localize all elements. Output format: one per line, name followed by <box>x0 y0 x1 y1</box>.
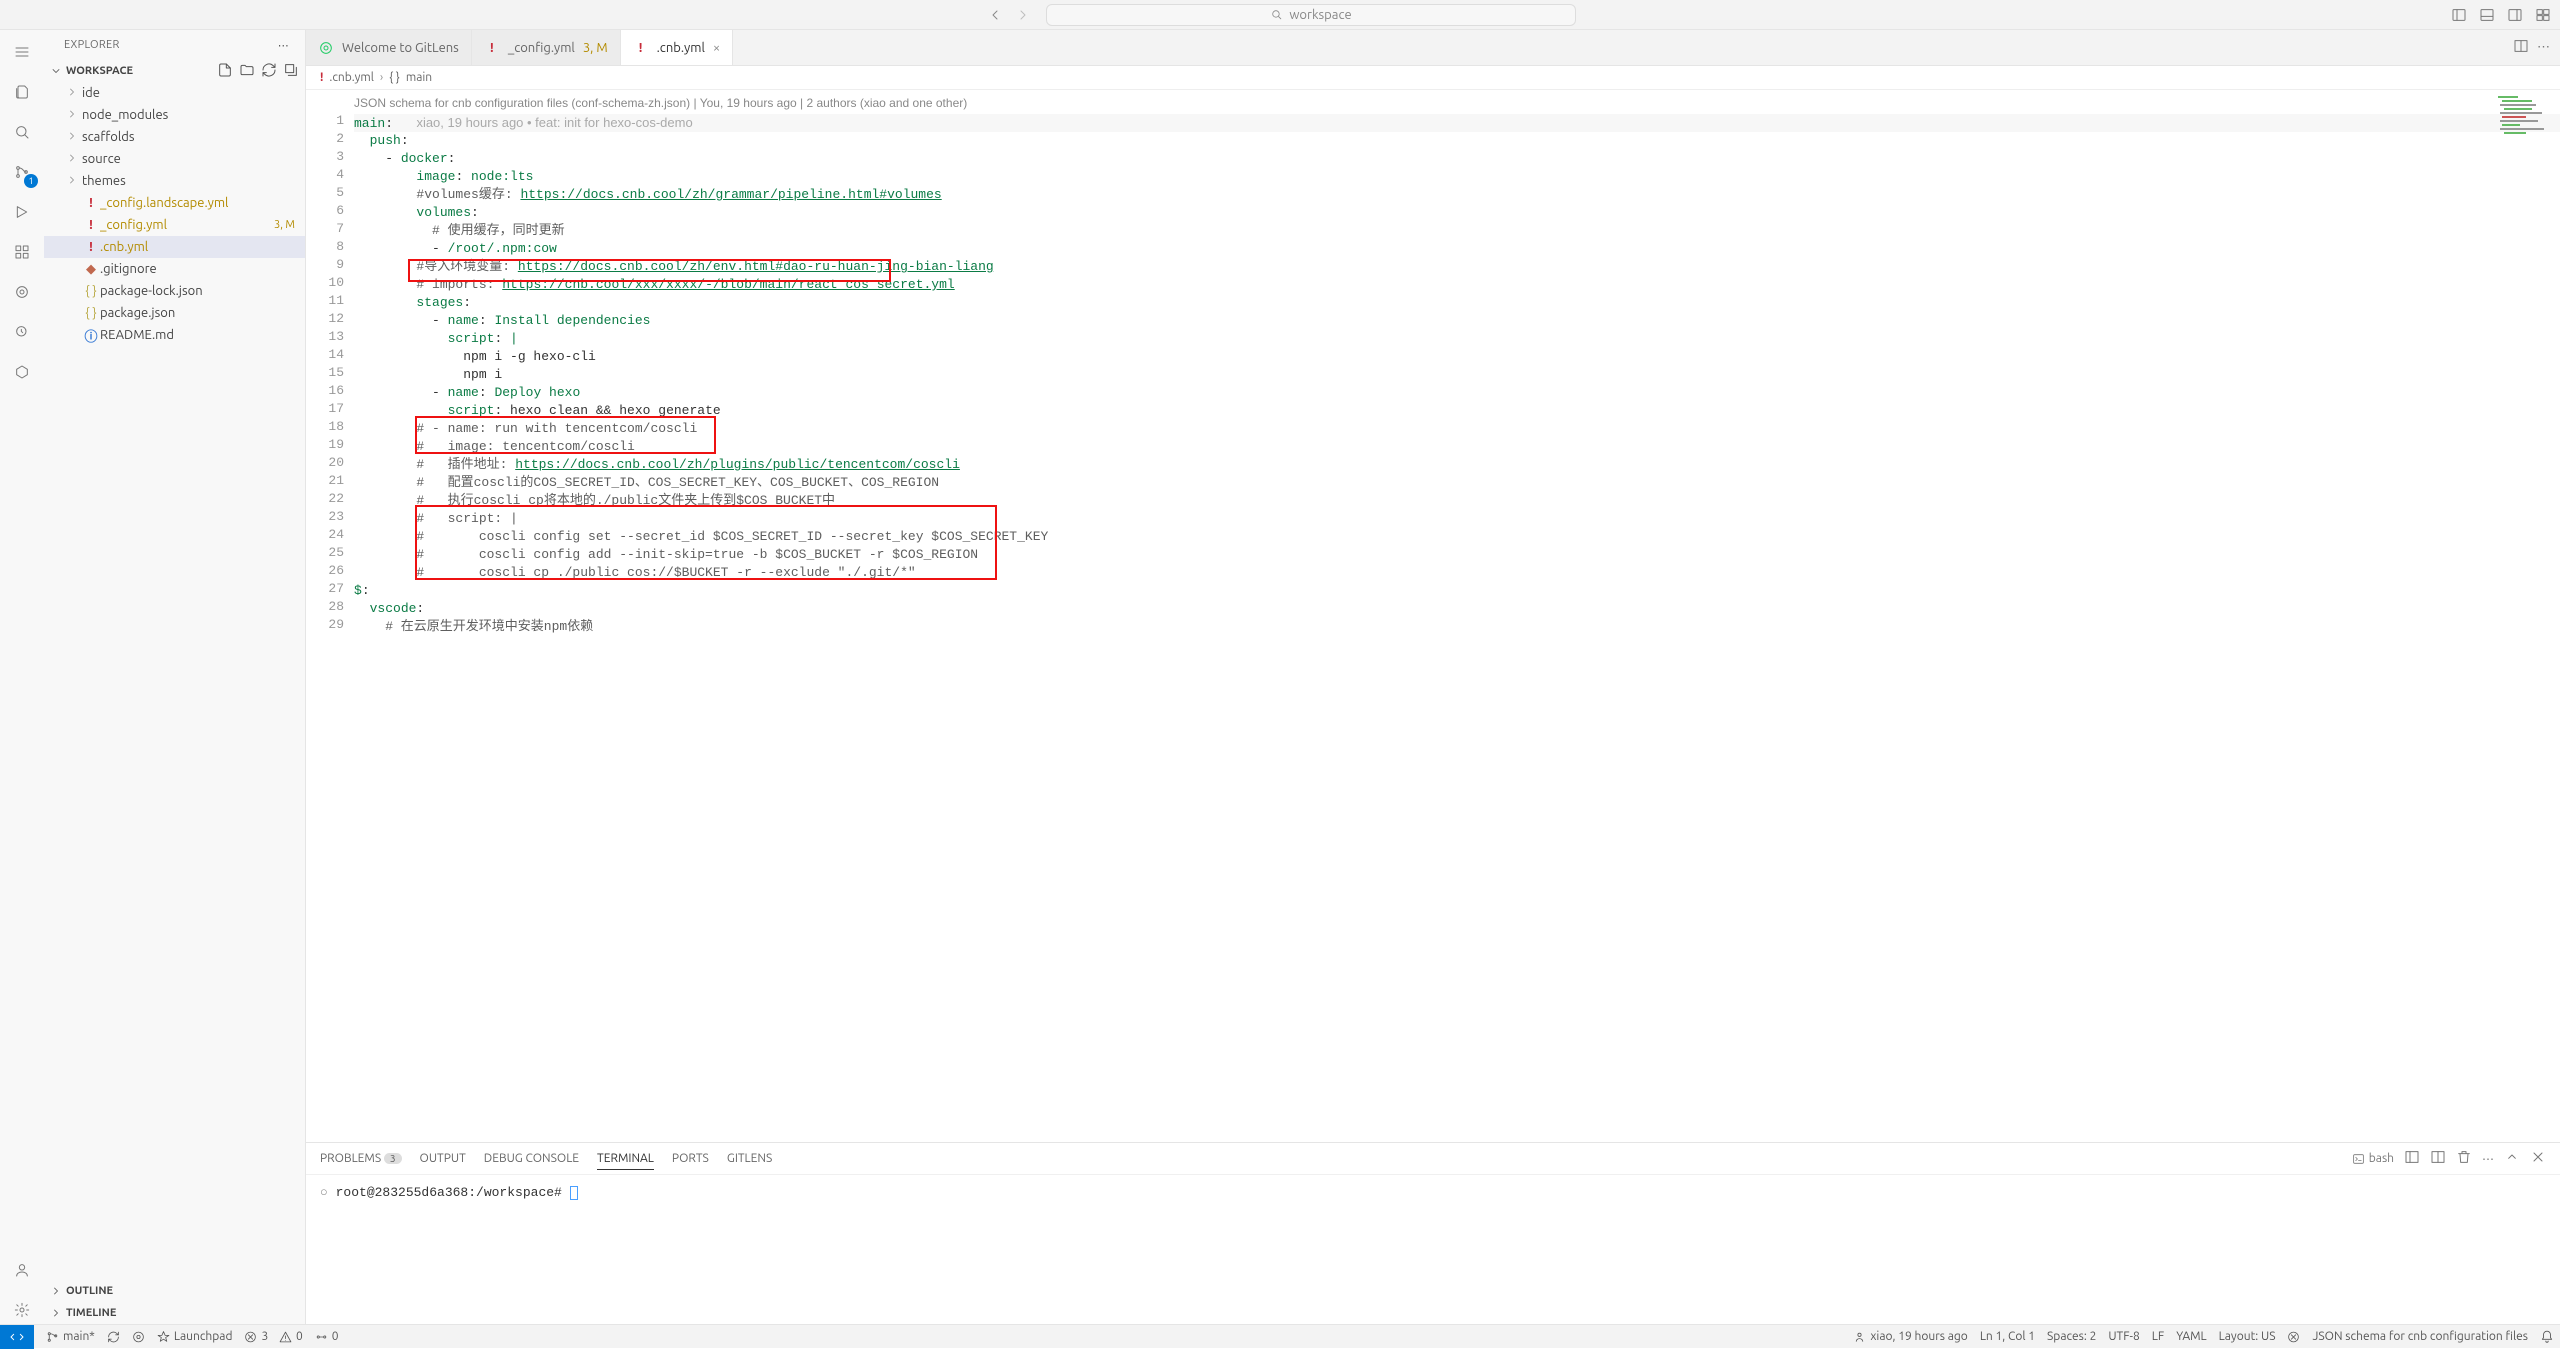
editor-area: Welcome to GitLens!_config.yml3, M!.cnb.… <box>306 30 2560 1324</box>
panel-debug-console[interactable]: DEBUG CONSOLE <box>484 1152 579 1165</box>
command-center-label: workspace <box>1289 8 1351 22</box>
accounts-icon[interactable] <box>8 1256 36 1284</box>
panel-more-icon[interactable]: ⋯ <box>2482 1152 2494 1166</box>
folder-item[interactable]: source <box>44 148 305 170</box>
cnb-icon[interactable] <box>8 358 36 386</box>
folder-item[interactable]: themes <box>44 170 305 192</box>
panel-terminal[interactable]: TERMINAL <box>597 1148 654 1170</box>
status-schema[interactable]: JSON schema for cnb configuration files <box>2306 1330 2534 1343</box>
close-tab-icon[interactable]: × <box>713 41 720 55</box>
file-item[interactable]: !_config.landscape.yml <box>44 192 305 214</box>
yaml-tab-icon: ! <box>484 41 500 55</box>
sidebar-title: EXPLORER <box>64 39 120 51</box>
status-eol[interactable]: LF <box>2146 1330 2170 1343</box>
nav-forward-icon[interactable] <box>1012 4 1034 26</box>
kill-terminal-icon[interactable] <box>2456 1149 2472 1168</box>
command-center[interactable]: workspace <box>1046 4 1576 26</box>
yaml-tab-icon: ! <box>633 41 649 55</box>
split-editor-icon[interactable] <box>2513 38 2529 57</box>
schema-hint: JSON schema for cnb configuration files … <box>354 94 2560 112</box>
file-item[interactable]: !.cnb.yml <box>44 236 305 258</box>
new-file-icon[interactable] <box>217 62 233 81</box>
status-sync[interactable] <box>101 1329 126 1345</box>
status-blame[interactable]: xiao, 19 hours ago <box>1847 1329 1973 1345</box>
code-editor[interactable]: JSON schema for cnb configuration files … <box>354 90 2560 1142</box>
section-timeline[interactable]: TIMELINE <box>44 1302 305 1324</box>
settings-gear-icon[interactable] <box>8 1296 36 1324</box>
layout-sidebar-left-icon[interactable] <box>2448 4 2470 26</box>
remote-indicator[interactable] <box>0 1325 34 1349</box>
extensions-icon[interactable] <box>8 238 36 266</box>
search-icon[interactable] <box>8 118 36 146</box>
folder-item[interactable]: ide <box>44 82 305 104</box>
line-gutter: 1234567891011121314151617181920212223242… <box>306 90 354 1142</box>
close-panel-icon[interactable] <box>2530 1149 2546 1168</box>
tab-more-icon[interactable]: ⋯ <box>2537 40 2550 55</box>
panel-output[interactable]: OUTPUT <box>420 1152 466 1165</box>
gitlens-icon[interactable] <box>8 278 36 306</box>
status-bar: main* Launchpad 3 0 0 xiao, 19 hours ago… <box>0 1324 2560 1348</box>
file-item[interactable]: { }package-lock.json <box>44 280 305 302</box>
status-language[interactable]: YAML <box>2170 1330 2212 1343</box>
status-ports[interactable]: 0 <box>309 1329 345 1345</box>
panel-tabs: PROBLEMS 3 OUTPUT DEBUG CONSOLE TERMINAL… <box>306 1142 2560 1174</box>
file-item[interactable]: ◆.gitignore <box>44 258 305 280</box>
minimap[interactable] <box>2496 94 2550 146</box>
editor-tab[interactable]: !_config.yml3, M <box>472 30 621 65</box>
file-tree: idenode_modulesscaffoldssourcethemes!_co… <box>44 82 305 1280</box>
file-item[interactable]: !_config.yml3, M <box>44 214 305 236</box>
gitlens-tab-icon <box>318 40 334 56</box>
folder-item[interactable]: scaffolds <box>44 126 305 148</box>
editor-tabs: Welcome to GitLens!_config.yml3, M!.cnb.… <box>306 30 2560 66</box>
status-cursor[interactable]: Ln 1, Col 1 <box>1974 1330 2041 1343</box>
sidebar-more-icon[interactable]: ⋯ <box>278 39 289 52</box>
activity-bar: 1 <box>0 30 44 1324</box>
status-encoding[interactable]: UTF-8 <box>2102 1330 2145 1343</box>
scm-badge: 1 <box>24 174 38 188</box>
gitlens-inspect-icon[interactable] <box>8 318 36 346</box>
status-layout[interactable]: Layout: US <box>2213 1330 2282 1343</box>
file-item[interactable]: ⓘREADME.md <box>44 324 305 346</box>
status-spaces[interactable]: Spaces: 2 <box>2041 1330 2102 1343</box>
status-notifications-icon[interactable] <box>2534 1329 2560 1345</box>
terminal-profile[interactable]: bash <box>2352 1151 2394 1167</box>
new-folder-icon[interactable] <box>239 62 255 81</box>
editor-tab[interactable]: !.cnb.yml× <box>621 30 734 65</box>
status-problems[interactable]: 3 0 <box>238 1329 308 1345</box>
title-bar: workspace <box>0 0 2560 30</box>
section-outline[interactable]: OUTLINE <box>44 1280 305 1302</box>
sidebar: EXPLORER ⋯ WORKSPACE idenode_modulesscaf… <box>44 30 306 1324</box>
run-debug-icon[interactable] <box>8 198 36 226</box>
new-terminal-icon[interactable] <box>2404 1149 2420 1168</box>
status-branch[interactable]: main* <box>40 1329 101 1345</box>
layout-panel-icon[interactable] <box>2476 4 2498 26</box>
status-launchpad[interactable]: Launchpad <box>151 1329 239 1345</box>
breadcrumb[interactable]: ! .cnb.yml › { } main <box>306 66 2560 90</box>
refresh-icon[interactable] <box>261 62 277 81</box>
status-prettier[interactable] <box>2281 1329 2306 1345</box>
split-terminal-icon[interactable] <box>2430 1149 2446 1168</box>
file-item[interactable]: { }package.json <box>44 302 305 324</box>
status-gitlens[interactable] <box>126 1329 151 1345</box>
explorer-icon[interactable] <box>8 78 36 106</box>
section-workspace[interactable]: WORKSPACE <box>44 60 305 82</box>
folder-item[interactable]: node_modules <box>44 104 305 126</box>
maximize-panel-icon[interactable] <box>2504 1149 2520 1168</box>
layout-sidebar-right-icon[interactable] <box>2504 4 2526 26</box>
terminal[interactable]: ○ root@283255d6a368:/workspace# <box>306 1174 2560 1324</box>
editor-tab[interactable]: Welcome to GitLens <box>306 30 472 65</box>
nav-back-icon[interactable] <box>984 4 1006 26</box>
customize-layout-icon[interactable] <box>2532 4 2554 26</box>
panel-gitlens[interactable]: GITLENS <box>727 1152 772 1165</box>
menu-icon[interactable] <box>8 38 36 66</box>
collapse-all-icon[interactable] <box>283 62 299 81</box>
panel-ports[interactable]: PORTS <box>672 1152 709 1165</box>
panel-problems[interactable]: PROBLEMS 3 <box>320 1152 402 1165</box>
